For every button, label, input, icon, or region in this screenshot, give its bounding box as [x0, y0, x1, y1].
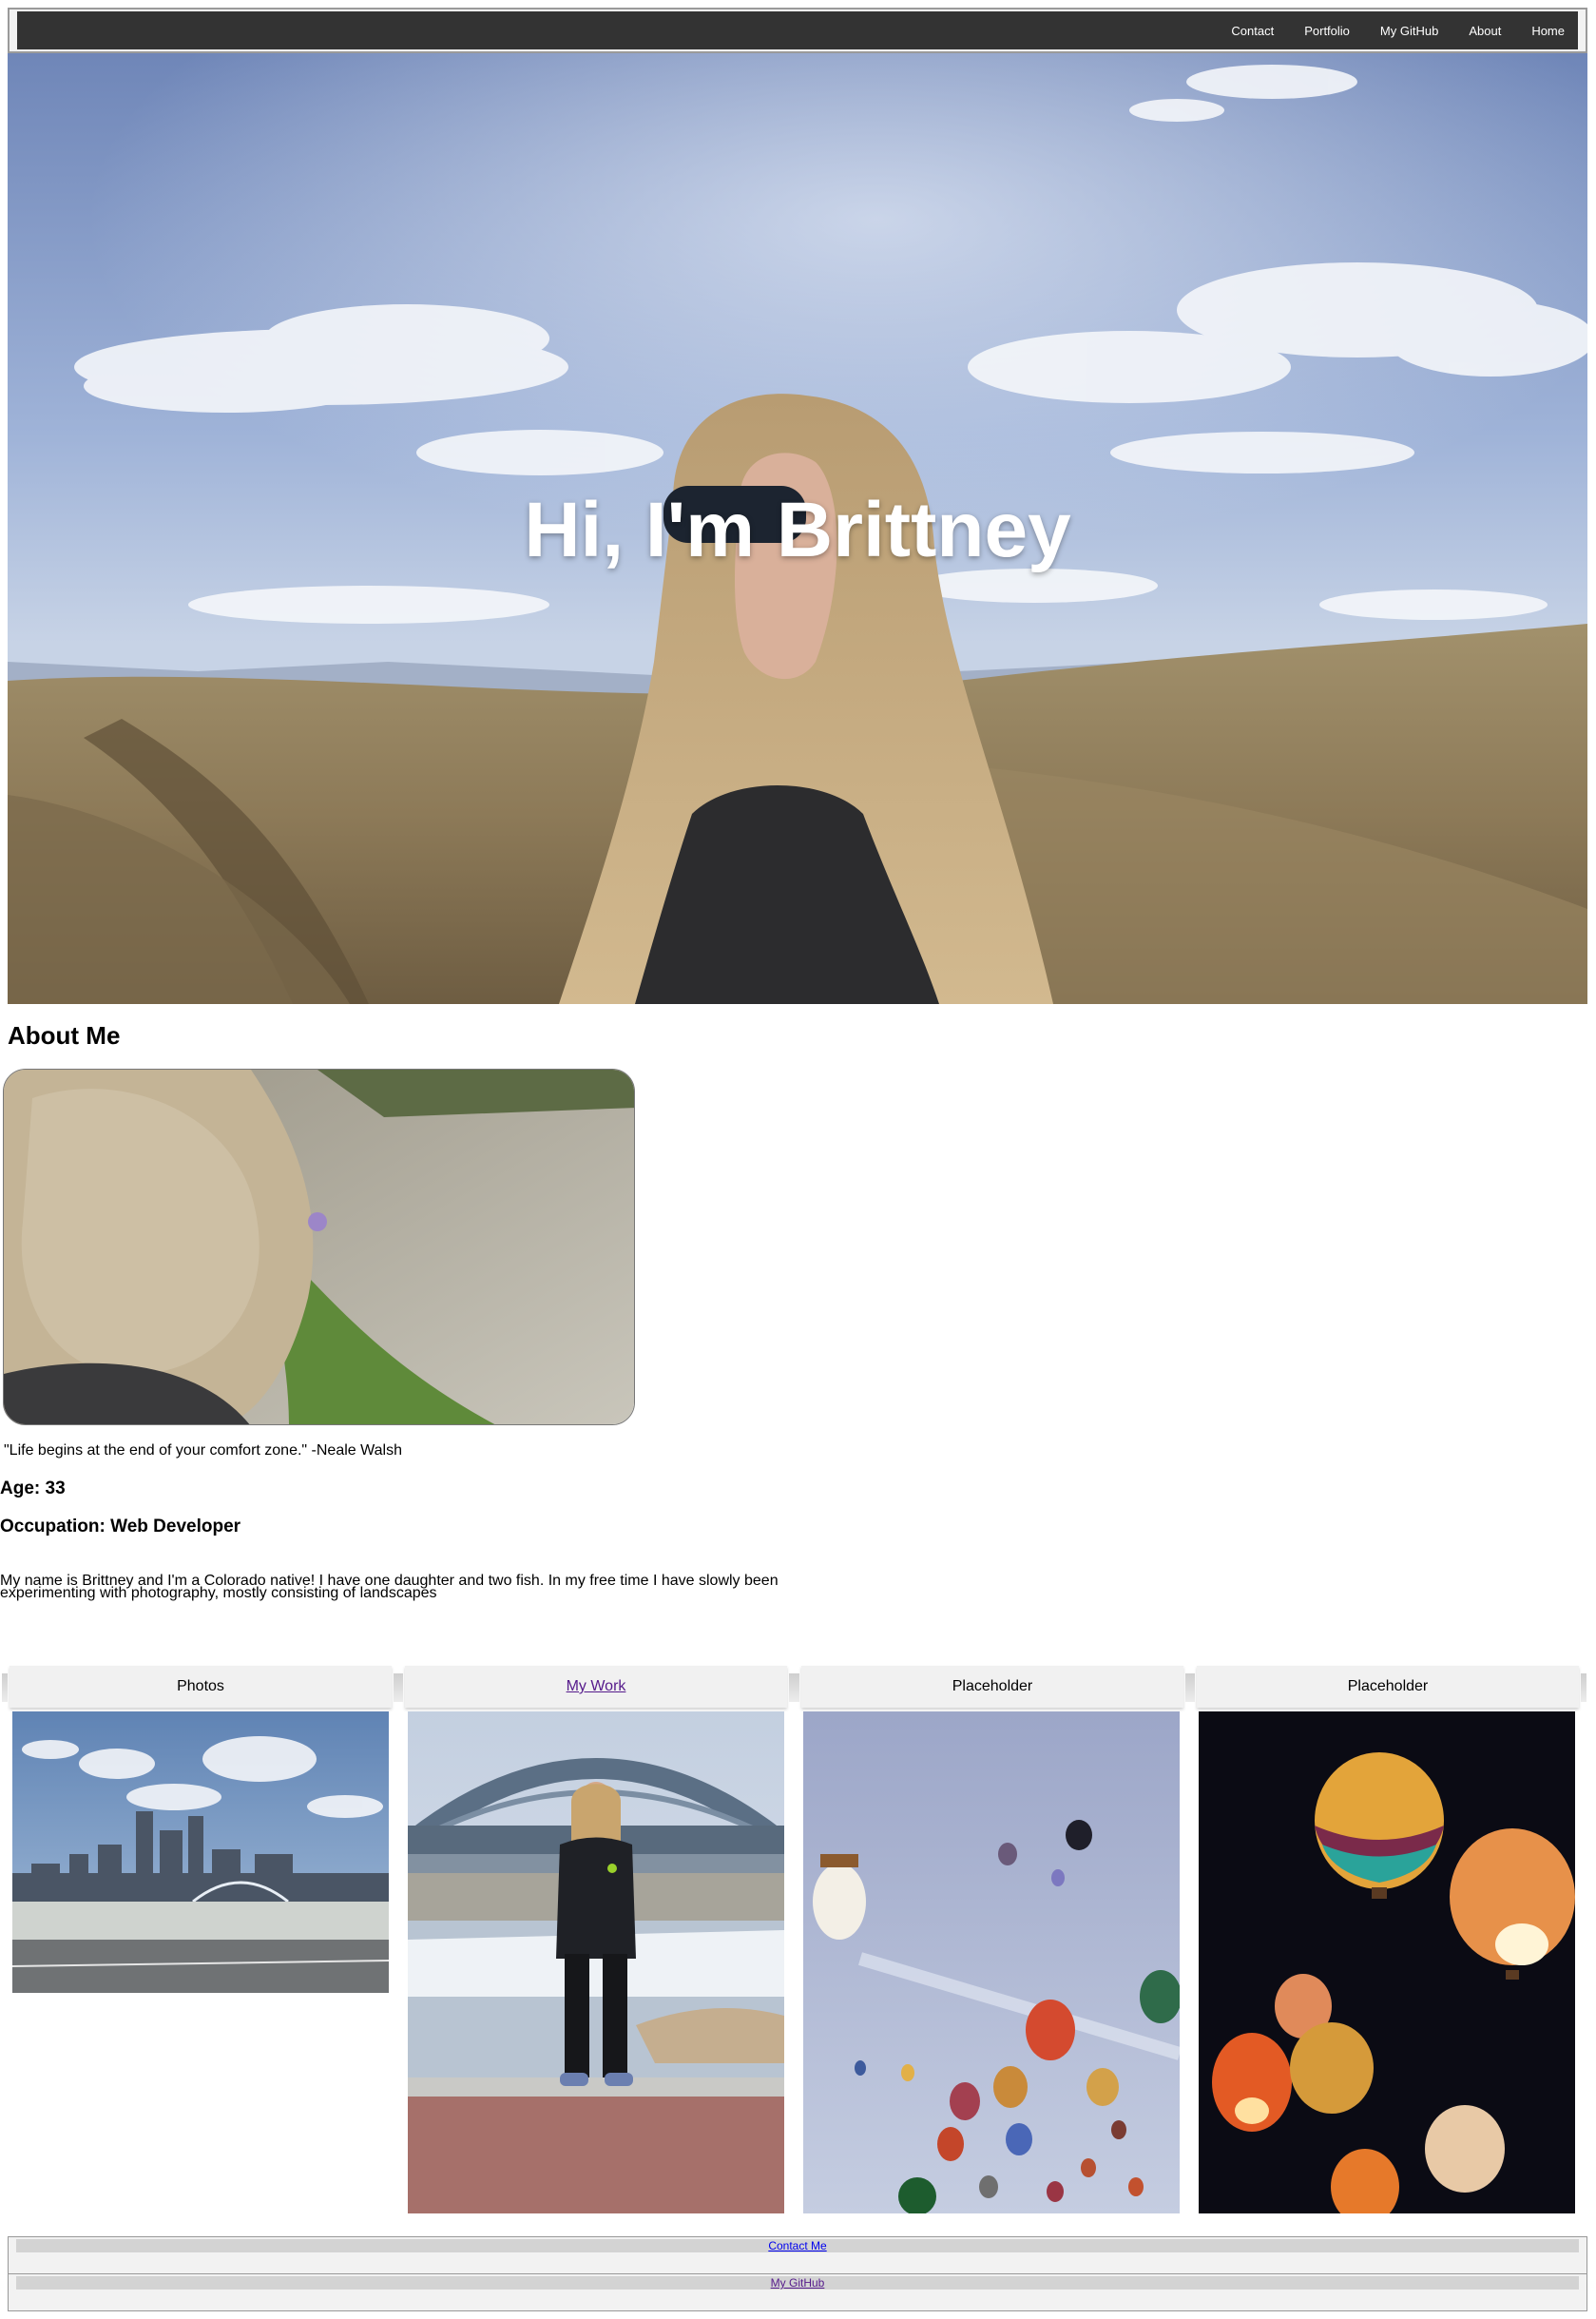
- about-quote: "Life begins at the end of your comfort …: [4, 1442, 402, 1459]
- hero-title: Hi, I'm Brittney: [524, 487, 1071, 573]
- card-image-balloons-day: [803, 1711, 1180, 2213]
- about-heading: About Me: [8, 1021, 121, 1050]
- nav-link-home[interactable]: Home: [1531, 24, 1565, 38]
- about-occupation: Occupation: Web Developer: [0, 1517, 241, 1536]
- top-navbar: Contact Portfolio My GitHub About Home: [8, 8, 1587, 53]
- footer-row-contact: Contact Me: [9, 2237, 1586, 2274]
- card-header-placeholder-2: Placeholder: [1189, 1666, 1586, 1708]
- nav-link-github[interactable]: My GitHub: [1380, 24, 1438, 38]
- card-header-placeholder-1: Placeholder: [794, 1666, 1191, 1708]
- card-title-placeholder-2: Placeholder: [1347, 1678, 1429, 1694]
- card-image-city-skyline: [12, 1711, 389, 1993]
- card-image-balloons-night: [1199, 1711, 1575, 2213]
- about-photo: [3, 1069, 635, 1425]
- footer-row-github: My GitHub: [9, 2274, 1586, 2311]
- nav-link-about[interactable]: About: [1469, 24, 1501, 38]
- footer-link-my-github[interactable]: My GitHub: [771, 2276, 825, 2290]
- footer-link-contact-me[interactable]: Contact Me: [768, 2239, 826, 2252]
- about-bio: My name is Brittney and I'm a Colorado n…: [0, 1573, 779, 1601]
- card-header-my-work: My Work: [397, 1666, 795, 1708]
- card-title-photos: Photos: [177, 1678, 224, 1694]
- card-image-woman-bridge: [408, 1711, 784, 2213]
- card-title-placeholder-1: Placeholder: [952, 1678, 1033, 1694]
- navbar-bar: Contact Portfolio My GitHub About Home: [17, 11, 1578, 49]
- hero-banner: Hi, I'm Brittney: [8, 53, 1587, 1004]
- about-age: Age: 33: [0, 1478, 66, 1498]
- card-link-my-work[interactable]: My Work: [567, 1678, 626, 1695]
- nav-link-portfolio[interactable]: Portfolio: [1304, 24, 1350, 38]
- card-header-photos: Photos: [2, 1666, 399, 1708]
- nav-link-contact[interactable]: Contact: [1231, 24, 1274, 38]
- footer: Contact Me My GitHub: [8, 2236, 1587, 2311]
